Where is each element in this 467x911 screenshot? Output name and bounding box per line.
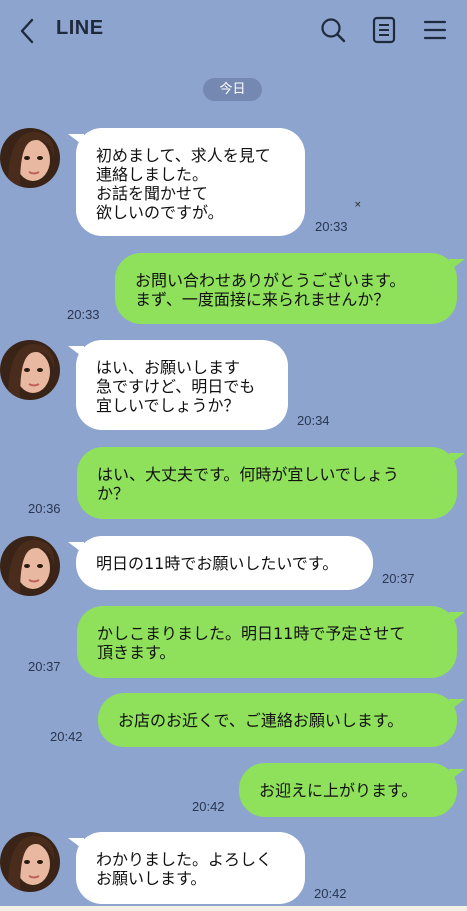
avatar-photo xyxy=(0,832,60,892)
hamburger-menu-icon xyxy=(423,20,447,40)
message-bubble-received: 初めまして、求人を見て 連絡しました。 お話を聞かせて 欲しいのですが。 xyxy=(76,128,305,236)
date-separator: 今日 xyxy=(203,78,262,101)
contact-avatar[interactable] xyxy=(0,536,60,596)
avatar-photo xyxy=(0,340,60,400)
avatar-photo xyxy=(0,536,60,596)
message-time: 20:33 xyxy=(315,219,348,234)
avatar-photo xyxy=(0,128,60,188)
bottom-edge xyxy=(0,906,467,911)
back-button[interactable] xyxy=(14,16,42,46)
contact-avatar[interactable] xyxy=(0,340,60,400)
search-icon xyxy=(321,18,346,43)
message-time: 20:42 xyxy=(192,799,225,814)
message-time: 20:33 xyxy=(67,307,100,322)
chat-title: LINE xyxy=(56,17,104,39)
message-time: 20:42 xyxy=(50,729,83,744)
message-bubble-received: 明日の11時でお願いしたいです。 xyxy=(76,536,373,590)
message-bubble-sent: はい、大丈夫です。何時が宜しいでしょう か？ xyxy=(77,447,457,519)
chat-header: LINE xyxy=(0,0,467,62)
message-time: 20:37 xyxy=(382,571,415,586)
message-bubble-sent: お問い合わせありがとうございます。 まず、一度面接に来られませんか？ xyxy=(115,253,457,324)
notes-button[interactable] xyxy=(369,15,399,45)
contact-avatar[interactable] xyxy=(0,832,60,892)
stray-mark: × xyxy=(354,200,362,210)
menu-button[interactable] xyxy=(420,15,450,45)
chevron-left-icon xyxy=(20,18,34,44)
chat-screen: LINE 今日 × 初めまして、求人を見て 連絡しました。 お話を聞かせて 欲し… xyxy=(0,0,467,911)
message-time: 20:36 xyxy=(28,501,61,516)
message-bubble-sent: お迎えに上がります。 xyxy=(239,763,457,817)
message-time: 20:34 xyxy=(297,413,330,428)
contact-avatar[interactable] xyxy=(0,128,60,188)
message-bubble-sent: お店のお近くで、ご連絡お願いします。 xyxy=(98,693,457,747)
message-bubble-sent: かしこまりました。明日11時で予定させて 頂きます。 xyxy=(77,606,457,678)
message-time: 20:37 xyxy=(28,659,61,674)
message-bubble-received: はい、お願いします 急ですけど、明日でも 宜しいでしょうか？ xyxy=(76,340,288,430)
notes-icon xyxy=(372,16,396,44)
message-bubble-received: わかりました。よろしく お願いします。 xyxy=(76,832,305,904)
search-button[interactable] xyxy=(318,15,348,45)
message-time: 20:42 xyxy=(314,886,347,901)
